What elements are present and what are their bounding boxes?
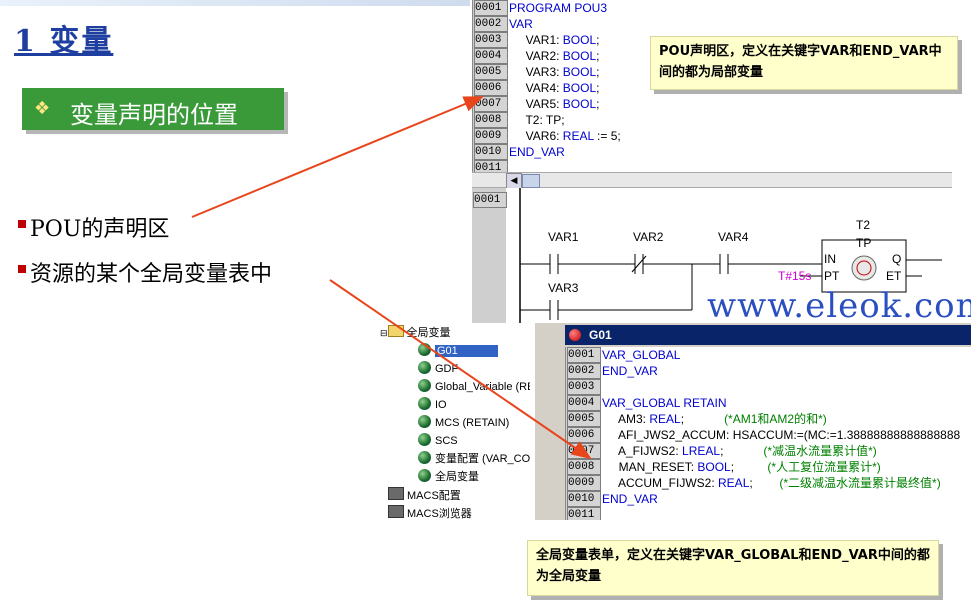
arrow-to-global-table: [329, 279, 592, 460]
arrow-layer: [191, 96, 592, 460]
arrow-to-pou-declaration: [191, 96, 484, 218]
